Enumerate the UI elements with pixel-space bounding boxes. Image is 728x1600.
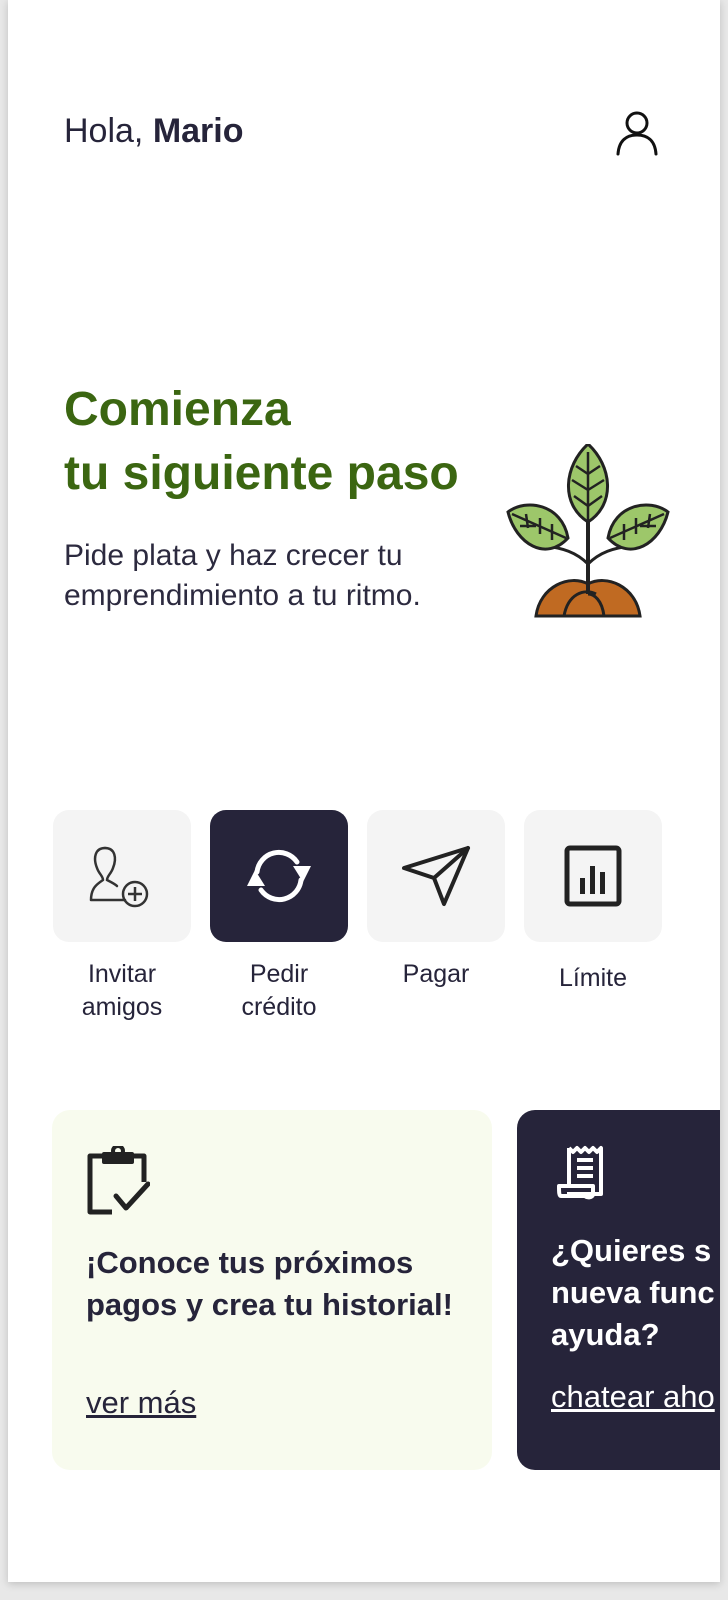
- add-user-icon: [89, 846, 149, 908]
- refresh-icon: [247, 850, 311, 902]
- label-line: Invitar: [87, 960, 157, 988]
- action-label: Pedir crédito: [209, 958, 349, 1024]
- hero-subtitle-line1: Pide plata y haz crecer tu: [64, 539, 403, 572]
- action-label: Invitar amigos: [52, 958, 192, 1024]
- card-title: ¿Quieres s nueva func ayuda?: [551, 1230, 720, 1356]
- action-invite-friends[interactable]: Invitar amigos: [52, 810, 192, 1024]
- clipboard-check-icon: [87, 1146, 150, 1215]
- profile-button[interactable]: [612, 108, 662, 158]
- card-title: ¡Conoce tus próximos pagos y crea tu his…: [86, 1245, 453, 1322]
- user-name: Mario: [152, 112, 244, 150]
- card-title-line: ¿Quieres s: [551, 1233, 712, 1268]
- label-line: Límite: [558, 964, 628, 992]
- action-tile[interactable]: [367, 810, 505, 942]
- action-tile[interactable]: [524, 810, 662, 942]
- send-icon: [402, 846, 470, 906]
- hero-subtitle-line2: emprendimiento a tu ritmo.: [64, 579, 421, 612]
- receipt-icon: [557, 1146, 603, 1200]
- plant-illustration: [506, 444, 670, 618]
- chat-help-card[interactable]: ¿Quieres s nueva func ayuda? chatear aho: [517, 1110, 720, 1470]
- action-label: Límite: [523, 962, 663, 995]
- label-line: Pagar: [402, 960, 470, 988]
- action-label: Pagar: [366, 958, 506, 991]
- hero-title-line1: Comienza: [64, 383, 291, 436]
- user-icon: [616, 111, 658, 156]
- hero-title: Comienza tu siguiente paso: [64, 378, 459, 506]
- chat-now-link[interactable]: chatear aho: [551, 1378, 715, 1416]
- action-limit[interactable]: Límite: [523, 810, 663, 995]
- bar-chart-icon: [564, 845, 622, 907]
- label-line: amigos: [81, 993, 163, 1021]
- card-title-line: nueva func: [551, 1275, 715, 1310]
- action-request-credit[interactable]: Pedir crédito: [209, 810, 349, 1024]
- label-line: crédito: [241, 993, 317, 1021]
- app-screen: Hola, Mario Comienza tu siguiente paso P…: [8, 0, 720, 1582]
- label-line: Pedir: [249, 960, 309, 988]
- card-title-line: ayuda?: [551, 1317, 660, 1352]
- action-pay[interactable]: Pagar: [366, 810, 506, 991]
- action-tile[interactable]: [210, 810, 348, 942]
- greeting-text: Hola,: [64, 112, 144, 150]
- quick-actions: Invitar amigos Pedir crédito Pagar Límit…: [52, 810, 682, 1040]
- see-more-link[interactable]: ver más: [86, 1384, 196, 1422]
- action-tile[interactable]: [53, 810, 191, 942]
- hero-subtitle: Pide plata y haz crecer tu emprendimient…: [64, 536, 421, 616]
- upcoming-payments-card[interactable]: ¡Conoce tus próximos pagos y crea tu his…: [52, 1110, 492, 1470]
- hero-title-line2: tu siguiente paso: [64, 447, 459, 500]
- greeting: Hola, Mario: [64, 114, 244, 148]
